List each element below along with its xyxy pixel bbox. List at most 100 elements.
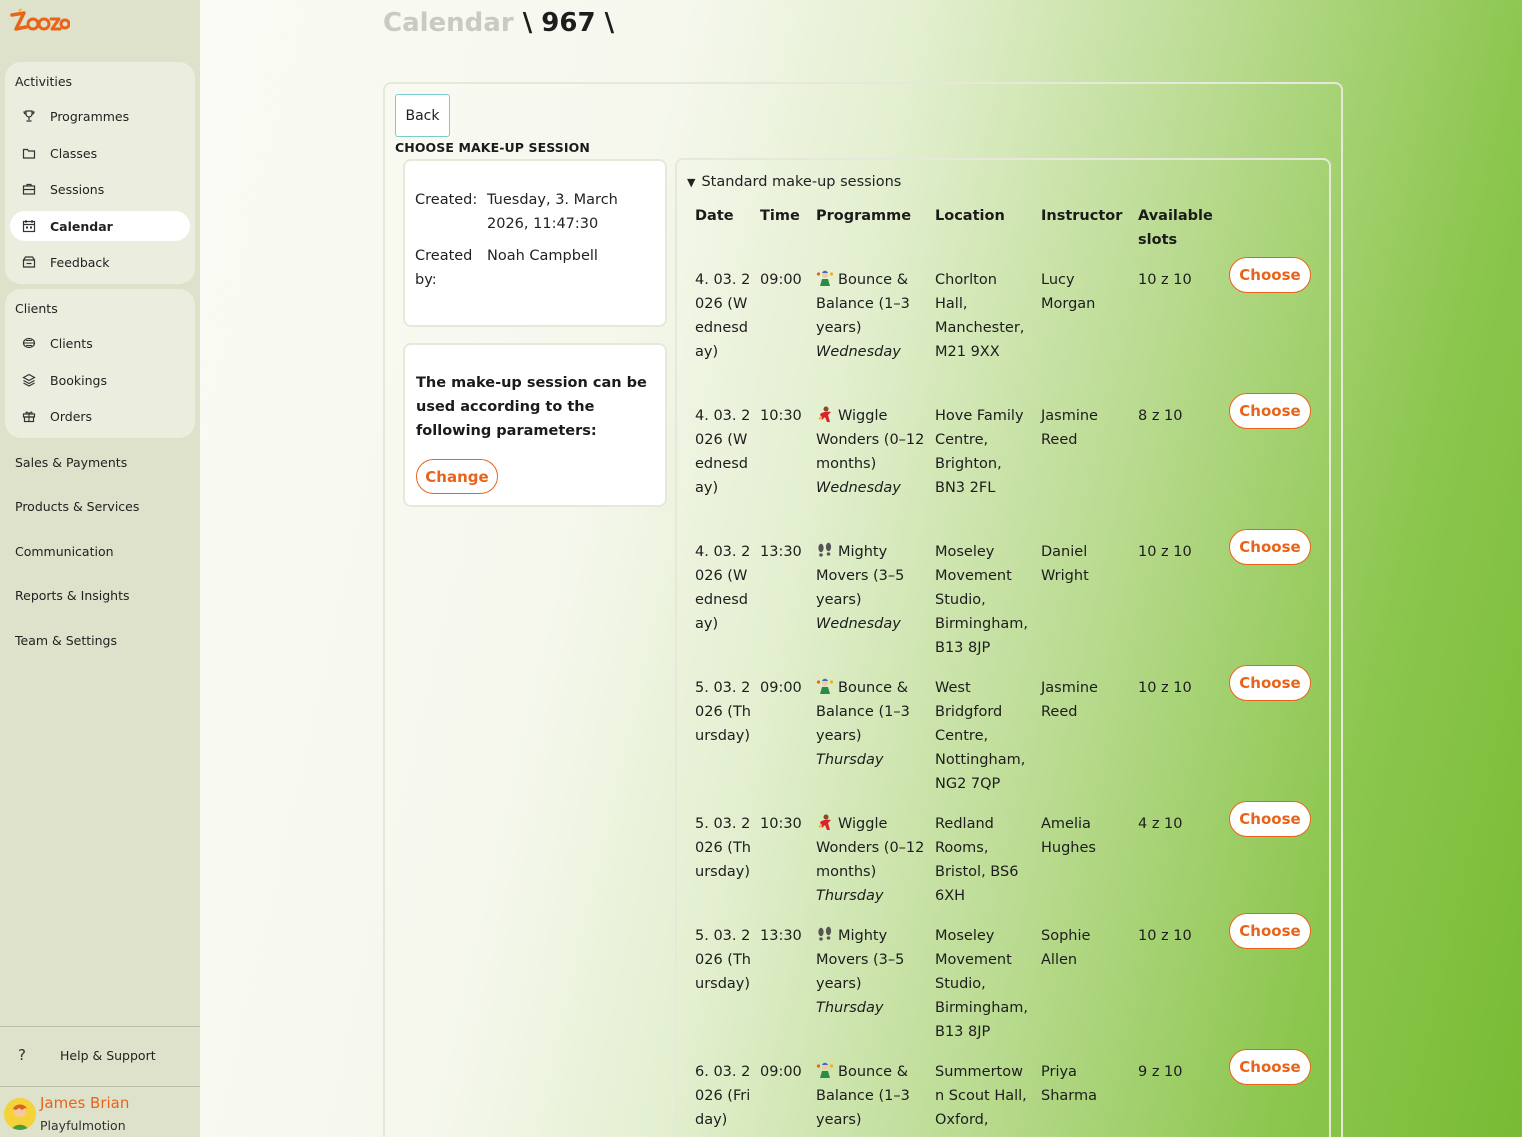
standard-sessions-label: Standard make-up sessions [701,174,902,190]
nav-calendar[interactable]: Calendar [10,211,190,241]
cell-programme: Mighty Movers (3–5 years) Wednesday [816,540,926,636]
nav-orders[interactable]: Orders [10,401,190,431]
footprints-icon [816,542,838,560]
nav-sessions[interactable]: Sessions [10,174,190,204]
nav-calendar-label: Calendar [50,218,113,234]
programme-day: Thursday [816,1000,884,1016]
sidebar: Activities Programmes Classes Sessions C… [0,0,200,1137]
caret-down-icon: ▼ [687,176,696,189]
header-location: Location [935,208,1005,224]
choose-button[interactable]: Choose [1229,665,1311,701]
choose-button[interactable]: Choose [1229,257,1311,293]
info-card: Created: Tuesday, 3. March 2026, 11:47:3… [403,159,667,327]
zoozo-logo[interactable] [10,7,71,39]
cell-programme: Wiggle Wonders (0–12 months) Wednesday [816,404,926,500]
avatar [4,1098,36,1130]
choose-button[interactable]: Choose [1229,529,1311,565]
programme-day: Thursday [816,888,884,904]
created-by-label: Created by: [415,248,473,288]
cell-time: 13:30 [760,544,802,560]
nav-programmes-label: Programmes [50,108,130,124]
cell-location: Hove Family Centre, Brighton, BN3 2FL [935,408,1024,496]
dancer-icon [816,814,838,832]
user-profile[interactable]: James Brian Playfulmotion [4,1094,194,1134]
choose-makeup-title: CHOOSE MAKE-UP SESSION [395,140,590,155]
cell-location: Moseley Movement Studio, Birmingham, B13… [935,928,1029,1040]
nav-clients-label: Clients [50,335,93,351]
nav-products-services[interactable]: Products & Services [15,499,139,514]
help-support-label: Help & Support [60,1047,156,1063]
cell-available-slots: 10 z 10 [1138,272,1192,288]
dancer-icon [816,406,838,424]
parameters-card: The make-up session can be used accordin… [403,343,667,507]
nav-classes-label: Classes [50,145,98,161]
nav-communication[interactable]: Communication [15,544,114,559]
cell-date: 5. 03. 2026 (Thursday) [695,816,751,880]
choose-button[interactable]: Choose [1229,801,1311,837]
juggler-icon [816,1062,838,1080]
cell-instructor: Amelia Hughes [1041,816,1096,856]
cell-available-slots: 10 z 10 [1138,680,1192,696]
cell-date: 6. 03. 2026 (Friday) [695,1064,751,1128]
nav-classes[interactable]: Classes [10,138,190,168]
nav-clients[interactable]: Clients [10,328,190,358]
created-value: Tuesday, 3. March 2026, 11:47:30 [487,192,618,232]
trophy-icon [22,109,36,123]
cell-location: Summertown Scout Hall, Oxford, [935,1064,1027,1128]
header-time: Time [760,208,800,224]
cell-available-slots: 10 z 10 [1138,928,1192,944]
nav-orders-label: Orders [50,408,93,424]
breadcrumb-calendar[interactable]: Calendar [383,8,514,38]
help-support-link[interactable]: ? Help & Support [18,1046,156,1064]
question-icon: ? [18,1046,26,1064]
clients-group: Clients Clients Bookings Orders [5,289,195,438]
back-button[interactable]: Back [395,94,450,137]
header-date: Date [695,208,734,224]
user-name[interactable]: James Brian [40,1094,129,1112]
cell-time: 10:30 [760,816,802,832]
choose-button[interactable]: Choose [1229,393,1311,429]
nav-programmes[interactable]: Programmes [10,101,190,131]
cell-location: West Bridgford Centre, Nottingham, NG2 7… [935,680,1026,792]
cell-available-slots: 10 z 10 [1138,544,1192,560]
cell-time: 13:30 [760,928,802,944]
cell-date: 4. 03. 2026 (Wednesday) [695,544,751,632]
calendar-icon [22,219,36,233]
cell-location: Chorlton Hall, Manchester, M21 9XX [935,272,1025,360]
standard-sessions-toggle[interactable]: ▼ Standard make-up sessions [687,174,901,190]
activities-group: Activities Programmes Classes Sessions C… [5,62,195,284]
cell-date: 4. 03. 2026 (Wednesday) [695,408,751,496]
cell-time: 09:00 [760,1064,802,1080]
briefcase-icon [22,182,36,196]
nav-reports-insights[interactable]: Reports & Insights [15,588,130,603]
created-by-value: Noah Campbell [487,248,598,264]
cell-date: 5. 03. 2026 (Thursday) [695,680,751,744]
cell-location: Redland Rooms, Bristol, BS6 6XH [935,816,1019,904]
breadcrumb-id: 967 [541,8,596,38]
cell-available-slots: 8 z 10 [1138,408,1183,424]
programme-day: Wednesday [816,480,901,496]
change-button[interactable]: Change [416,459,498,494]
choose-button[interactable]: Choose [1229,913,1311,949]
cell-programme: Bounce & Balance (1–3 years)Friday [816,1060,926,1137]
cell-instructor: Lucy Morgan [1041,272,1096,312]
cell-time: 10:30 [760,408,802,424]
parameters-text: The make-up session can be used accordin… [416,375,647,439]
sessions-table: ▼ Standard make-up sessions Date Time Pro… [675,158,1331,1137]
choose-button[interactable]: Choose [1229,1049,1311,1085]
sidebar-divider [0,1086,200,1087]
nav-team-settings[interactable]: Team & Settings [15,633,117,648]
nav-bookings[interactable]: Bookings [10,365,190,395]
nav-feedback[interactable]: Feedback [10,247,190,277]
user-org: Playfulmotion [40,1118,126,1133]
gift-icon [22,409,36,423]
nav-bookings-label: Bookings [50,372,107,388]
created-label: Created: [415,192,478,208]
nav-sessions-label: Sessions [50,181,105,197]
breadcrumb-separator: \ [604,8,615,38]
users-icon [22,336,36,350]
juggler-icon [816,270,838,288]
nav-sales-payments[interactable]: Sales & Payments [15,455,127,470]
cell-programme: Wiggle Wonders (0–12 months) Thursday [816,812,926,908]
cell-instructor: Sophie Allen [1041,928,1091,968]
